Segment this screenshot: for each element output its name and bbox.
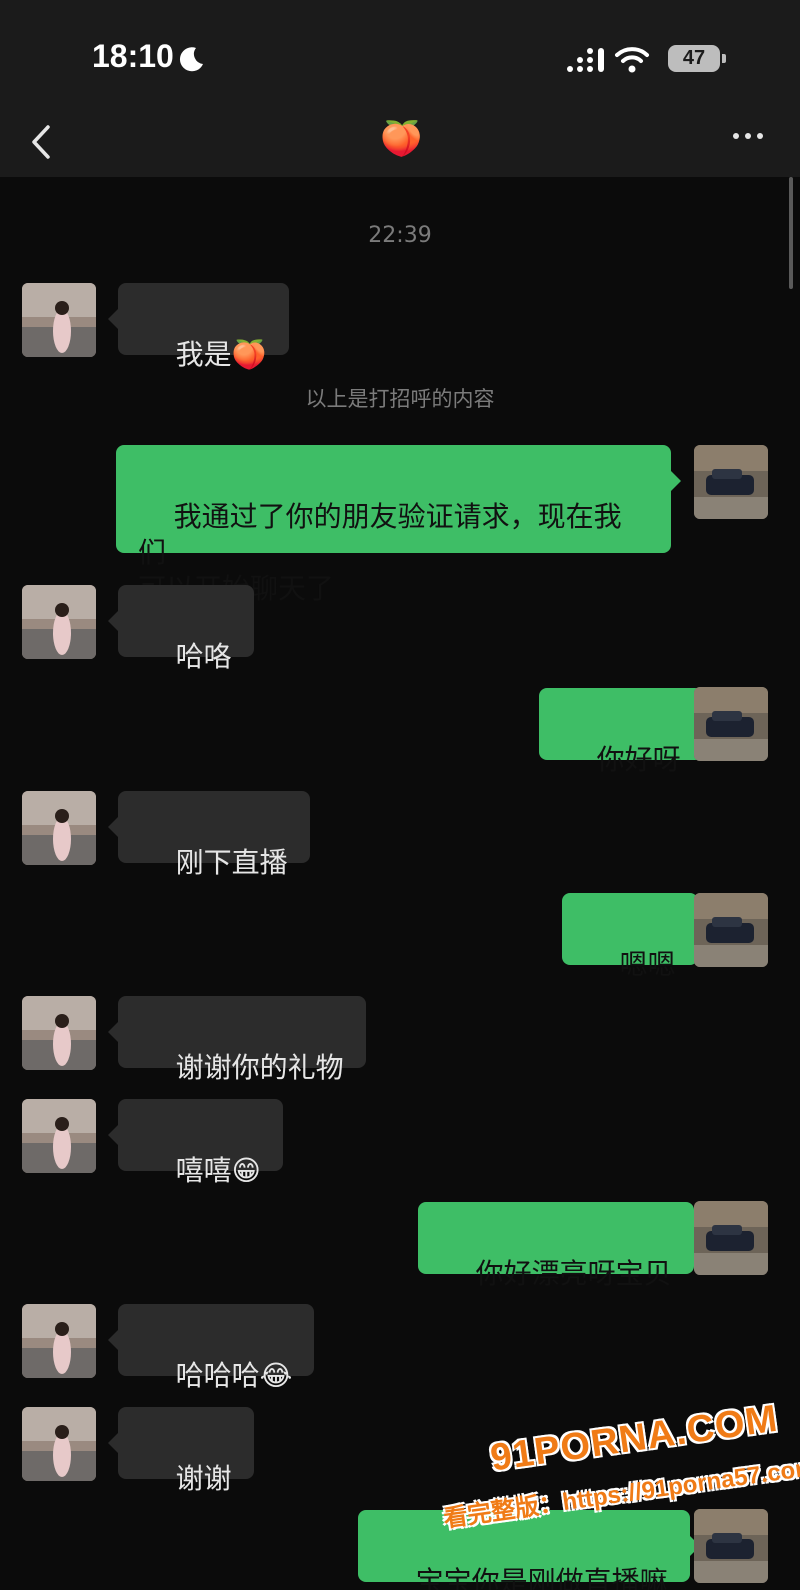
message-text: 谢谢: [175, 1462, 232, 1495]
incoming-message-bubble[interactable]: 嘻嘻😁: [108, 1099, 283, 1187]
message-text: 谢谢你的礼物: [175, 1051, 344, 1084]
outgoing-message-bubble[interactable]: 你好呀: [539, 688, 713, 776]
message-text: 嗯嗯: [619, 948, 676, 981]
incoming-message-bubble[interactable]: 哈哈哈😂: [107, 1304, 315, 1392]
chat-header: 🍑: [0, 115, 800, 177]
contact-avatar[interactable]: [22, 1304, 96, 1378]
incoming-message-bubble[interactable]: 谢谢: [108, 1407, 254, 1495]
status-bar: 18:10 47: [0, 0, 800, 115]
outgoing-message-bubble[interactable]: 嗯嗯: [562, 893, 708, 981]
incoming-message-bubble[interactable]: 刚下直播: [108, 791, 310, 879]
contact-avatar[interactable]: [22, 996, 96, 1070]
message-timestamp: 22:39: [368, 223, 432, 248]
contact-avatar[interactable]: [22, 283, 96, 357]
back-arrow-icon[interactable]: [22, 119, 62, 169]
more-options-icon[interactable]: [728, 121, 768, 151]
incoming-message-bubble[interactable]: 哈咯: [108, 585, 254, 673]
message-text: 嘻嘻: [175, 1154, 232, 1187]
moon-icon: [179, 47, 203, 72]
contact-avatar[interactable]: [22, 1407, 96, 1481]
greeting-system-note: 以上是打招呼的内容: [305, 387, 495, 411]
chat-message-list[interactable]: 22:39 我是🍑 以上是打招呼的内容 我通过了你的朋友验证请求，现在我们 可以…: [0, 177, 800, 1590]
wifi-icon: [615, 47, 649, 73]
battery-indicator: 47: [668, 45, 726, 72]
incoming-message-bubble[interactable]: 谢谢你的礼物: [108, 996, 366, 1084]
grinning-emoji-icon: 😁: [231, 1154, 261, 1187]
peach-emoji-icon: 🍑: [231, 338, 267, 371]
contact-avatar[interactable]: [22, 585, 96, 659]
outgoing-message-bubble[interactable]: 我通过了你的朋友验证请求，现在我们 可以开始聊天了: [116, 445, 681, 605]
cellular-signal-icon: [567, 48, 604, 72]
contact-avatar[interactable]: [22, 791, 96, 865]
message-text: 我是: [175, 338, 232, 371]
outgoing-message-bubble[interactable]: 你好漂亮呀宝贝: [418, 1202, 704, 1290]
my-avatar[interactable]: [694, 687, 768, 761]
contact-avatar[interactable]: [22, 1099, 96, 1173]
message-text: 宝宝你是刚做直播嘛: [415, 1565, 668, 1590]
message-text: 你好漂亮呀宝贝: [475, 1257, 672, 1290]
message-text: 刚下直播: [175, 846, 288, 879]
message-text: 哈哈哈: [175, 1359, 260, 1392]
status-time: 18:10: [92, 38, 174, 74]
my-avatar[interactable]: [694, 893, 768, 967]
incoming-message-bubble[interactable]: 我是🍑: [108, 283, 289, 371]
tears-of-joy-emoji-icon: 😂: [259, 1359, 293, 1392]
message-text: 你好呀: [596, 743, 681, 776]
my-avatar[interactable]: [694, 1201, 768, 1275]
my-avatar[interactable]: [694, 445, 768, 519]
contact-name-peach-emoji: 🍑: [380, 119, 423, 159]
message-text: 哈咯: [175, 640, 232, 673]
